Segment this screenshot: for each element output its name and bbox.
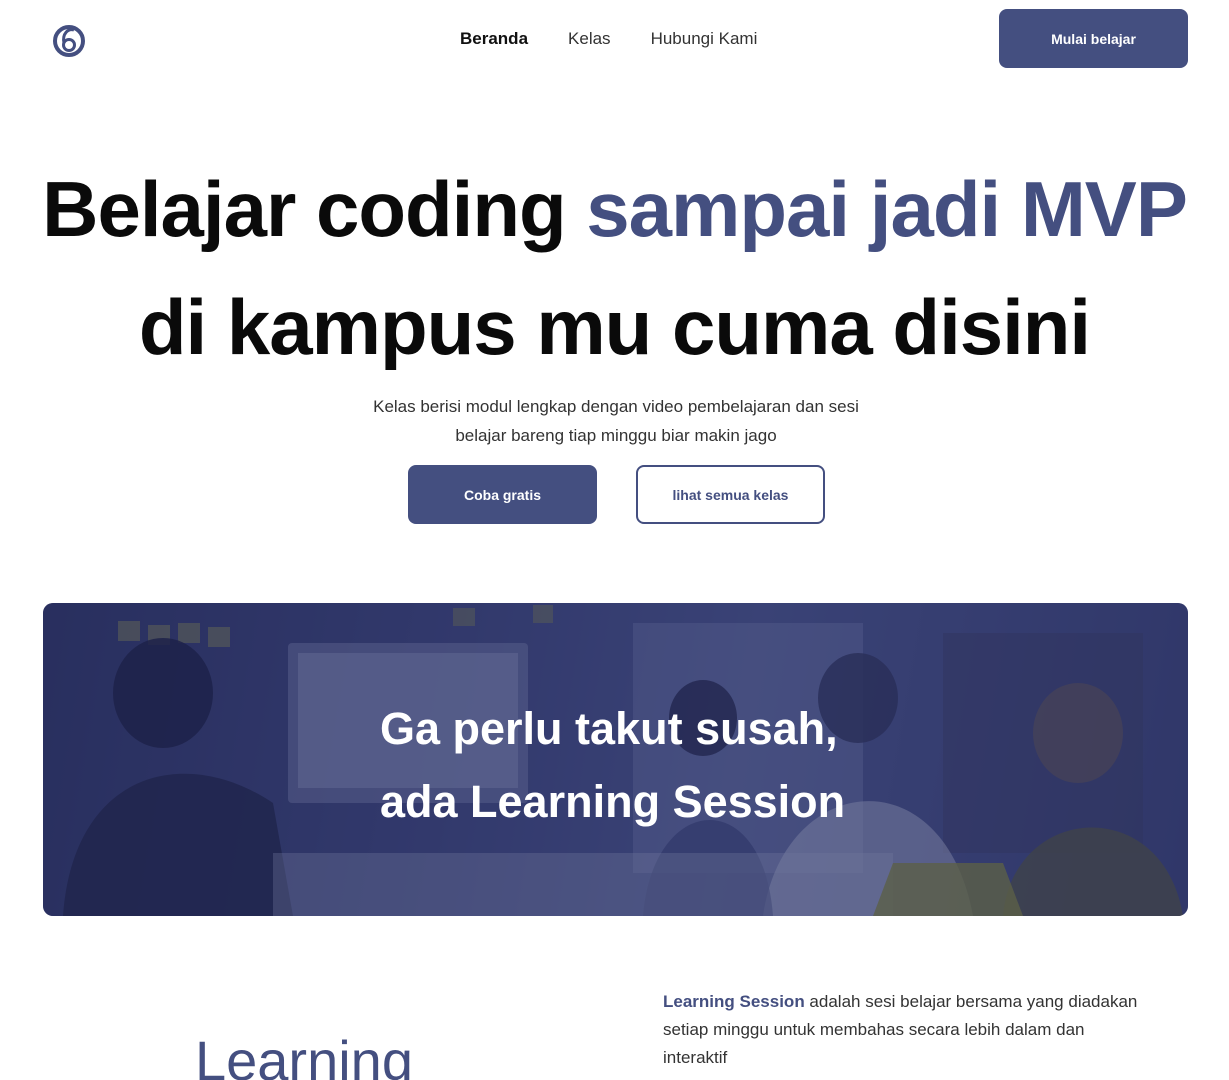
hero-subtitle-line1: Kelas berisi modul lengkap dengan video … [373, 397, 859, 416]
logo-icon[interactable] [52, 22, 86, 58]
learning-heading: Learning [195, 1029, 413, 1080]
hero-title-line1: Belajar coding sampai jadi MVP [0, 150, 1229, 268]
banner-line2: ada Learning Session [380, 776, 846, 827]
hero-title-accent: sampai jadi MVP [586, 165, 1188, 253]
nav-link-kelas[interactable]: Kelas [568, 29, 611, 49]
hero-title-line2: di kampus mu cuma disini [138, 283, 1091, 371]
banner-headline: Ga perlu takut susah, ada Learning Sessi… [380, 692, 845, 838]
landing-page: Beranda Kelas Hubungi Kami Mulai belajar… [0, 0, 1229, 1080]
hero-subtitle: Kelas berisi modul lengkap dengan video … [340, 392, 892, 450]
start-learning-button[interactable]: Mulai belajar [999, 9, 1188, 68]
try-free-button[interactable]: Coba gratis [408, 465, 597, 524]
nav-link-beranda[interactable]: Beranda [460, 29, 528, 49]
learning-description: Learning Session adalah sesi belajar ber… [663, 988, 1143, 1072]
hero-title-part1: Belajar coding [42, 165, 587, 253]
banner-line1: Ga perlu takut susah, [380, 703, 838, 754]
top-nav: Beranda Kelas Hubungi Kami Mulai belajar [0, 0, 1229, 82]
see-all-classes-button[interactable]: lihat semua kelas [636, 465, 825, 524]
learning-session-term: Learning Session [663, 992, 805, 1011]
hero-buttons: Coba gratis lihat semua kelas [408, 465, 825, 524]
hero-title: Belajar coding sampai jadi MVP di kampus… [0, 150, 1229, 386]
hero-subtitle-line2: belajar bareng tiap minggu biar makin ja… [455, 426, 777, 445]
nav-links: Beranda Kelas Hubungi Kami [460, 29, 757, 49]
nav-link-hubungi-kami[interactable]: Hubungi Kami [651, 29, 758, 49]
